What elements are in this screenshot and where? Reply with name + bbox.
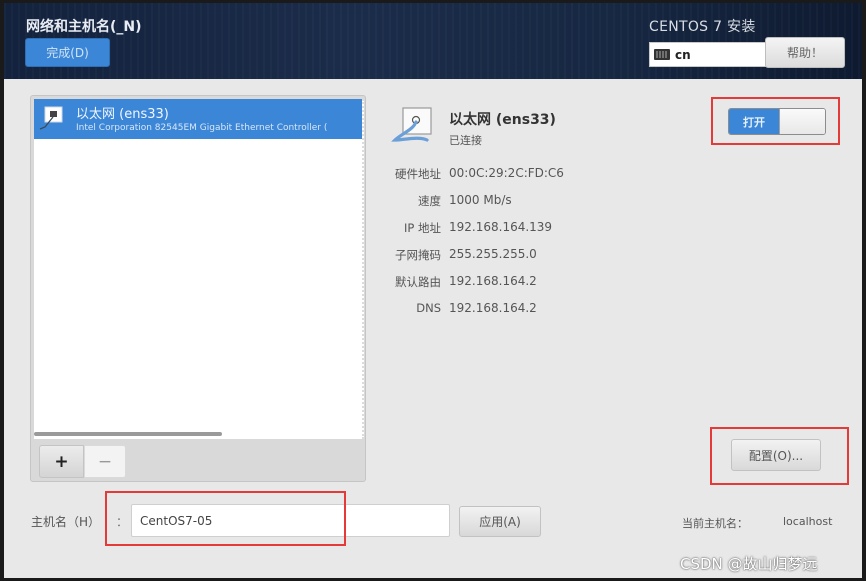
property-value: 192.168.164.2 [449,301,537,315]
toggle-on-label: 打开 [729,109,779,134]
page-title: 网络和主机名(_N) [26,19,142,35]
property-row: 硬件地址 00:0C:29:2C:FD:C6 [374,166,674,186]
device-description: Intel Corporation 82545EM Gigabit Ethern… [76,123,328,133]
property-row: 默认路由 192.168.164.2 [374,274,674,294]
ethernet-icon [39,106,63,130]
current-hostname-value: localhost [783,515,833,528]
header-bar: 网络和主机名(_N) 完成(D) CENTOS 7 安装 cn 帮助！ [4,3,862,79]
property-row: DNS 192.168.164.2 [374,301,674,321]
highlight-box-hostname [105,491,346,546]
install-title: CENTOS 7 安装 [649,19,756,35]
property-label: 硬件地址 [395,167,441,181]
keyboard-layout-indicator[interactable]: cn [649,42,769,67]
header-texture [4,3,862,79]
property-row: IP 地址 192.168.164.139 [374,220,674,240]
remove-device-button[interactable]: − [84,445,126,478]
connection-toggle[interactable]: 打开 [728,108,826,135]
property-label: 默认路由 [395,275,441,289]
device-list-panel: 以太网 (ens33) Intel Corporation 82545EM Gi… [30,95,366,482]
property-row: 子网掩码 255.255.255.0 [374,247,674,267]
property-label: 速度 [418,194,441,208]
property-value: 192.168.164.2 [449,274,537,288]
property-value: 00:0C:29:2C:FD:C6 [449,166,564,180]
done-button[interactable]: 完成(D) [25,38,110,67]
device-list[interactable]: 以太网 (ens33) Intel Corporation 82545EM Gi… [34,99,364,439]
configure-button[interactable]: 配置(O)... [731,439,821,471]
watermark: CSDN @故山归梦远 [680,555,818,573]
connection-status: 已连接 [449,134,482,147]
current-hostname-label: 当前主机名： [682,517,748,530]
hostname-label: 主机名（H） [31,515,101,529]
property-value: 255.255.255.0 [449,247,537,261]
property-row: 速度 1000 Mb/s [374,193,674,213]
keyboard-layout-label: cn [675,47,691,62]
property-label: IP 地址 [404,221,441,235]
horizontal-scrollbar[interactable] [34,432,222,436]
keyboard-icon [654,49,670,60]
installer-window: 网络和主机名(_N) 完成(D) CENTOS 7 安装 cn 帮助！ 以太网 … [4,3,862,578]
property-label: 子网掩码 [395,248,441,262]
device-list-item[interactable]: 以太网 (ens33) Intel Corporation 82545EM Gi… [34,99,362,139]
property-value: 1000 Mb/s [449,193,512,207]
toggle-knob[interactable] [779,109,825,134]
help-button[interactable]: 帮助！ [765,37,845,68]
apply-button[interactable]: 应用(A) [459,506,541,537]
add-device-button[interactable]: + [39,445,84,478]
ethernet-cable-icon [391,107,432,142]
property-value: 192.168.164.139 [449,220,553,234]
property-label: DNS [416,301,441,315]
device-name: 以太网 (ens33) [76,107,169,122]
detail-device-name: 以太网 (ens33) [449,112,556,128]
